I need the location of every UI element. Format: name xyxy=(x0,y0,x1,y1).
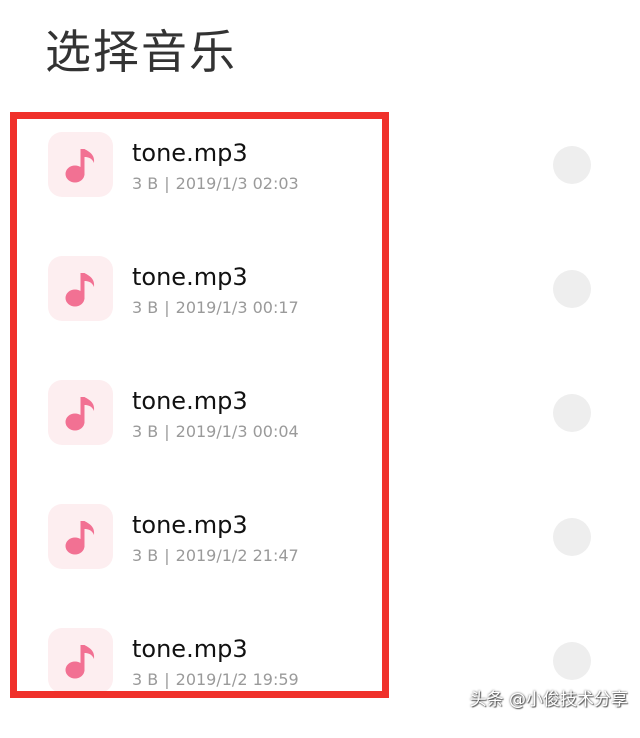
file-icon xyxy=(48,256,113,321)
file-icon xyxy=(48,504,113,569)
file-name: tone.mp3 xyxy=(132,387,248,415)
file-size: 3 B xyxy=(132,174,159,193)
select-radio[interactable] xyxy=(553,270,591,308)
file-name: tone.mp3 xyxy=(132,635,248,663)
file-meta: 3 B | 2019/1/3 00:17 xyxy=(132,298,299,318)
file-date: 2019/1/3 00:04 xyxy=(175,422,299,441)
file-list-item[interactable]: tone.mp3 3 B | 2019/1/2 19:59 xyxy=(0,628,640,738)
watermark: 头条 @小俊技术分享 xyxy=(469,690,628,710)
file-list-item[interactable]: tone.mp3 3 B | 2019/1/3 00:17 xyxy=(0,256,640,366)
file-icon xyxy=(48,132,113,197)
file-list-item[interactable]: tone.mp3 3 B | 2019/1/3 00:04 xyxy=(0,380,640,490)
music-note-icon xyxy=(65,273,95,307)
file-size: 3 B xyxy=(132,670,159,689)
meta-separator: | xyxy=(164,422,170,441)
meta-separator: | xyxy=(164,546,170,565)
file-date: 2019/1/2 19:59 xyxy=(175,670,299,689)
meta-separator: | xyxy=(164,298,170,317)
music-note-icon xyxy=(65,397,95,431)
file-icon xyxy=(48,380,113,445)
file-name: tone.mp3 xyxy=(132,263,248,291)
file-date: 2019/1/3 02:03 xyxy=(175,174,299,193)
music-note-icon xyxy=(65,645,95,679)
select-radio[interactable] xyxy=(553,146,591,184)
file-size: 3 B xyxy=(132,546,159,565)
music-note-icon xyxy=(65,521,95,555)
file-date: 2019/1/2 21:47 xyxy=(175,546,299,565)
select-radio[interactable] xyxy=(553,394,591,432)
file-size: 3 B xyxy=(132,422,159,441)
file-icon xyxy=(48,628,113,693)
music-note-icon xyxy=(65,149,95,183)
file-list: tone.mp3 3 B | 2019/1/3 02:03 tone.mp3 3 B… xyxy=(0,0,640,716)
file-meta: 3 B | 2019/1/3 02:03 xyxy=(132,174,299,194)
meta-separator: | xyxy=(164,174,170,193)
file-meta: 3 B | 2019/1/2 21:47 xyxy=(132,546,299,566)
file-date: 2019/1/3 00:17 xyxy=(175,298,299,317)
file-meta: 3 B | 2019/1/3 00:04 xyxy=(132,422,299,442)
file-size: 3 B xyxy=(132,298,159,317)
meta-separator: | xyxy=(164,670,170,689)
file-meta: 3 B | 2019/1/2 19:59 xyxy=(132,670,299,690)
file-name: tone.mp3 xyxy=(132,139,248,167)
select-radio[interactable] xyxy=(553,518,591,556)
file-name: tone.mp3 xyxy=(132,511,248,539)
file-list-item[interactable]: tone.mp3 3 B | 2019/1/3 02:03 xyxy=(0,132,640,242)
select-radio[interactable] xyxy=(553,642,591,680)
file-list-item[interactable]: tone.mp3 3 B | 2019/1/2 21:47 xyxy=(0,504,640,614)
